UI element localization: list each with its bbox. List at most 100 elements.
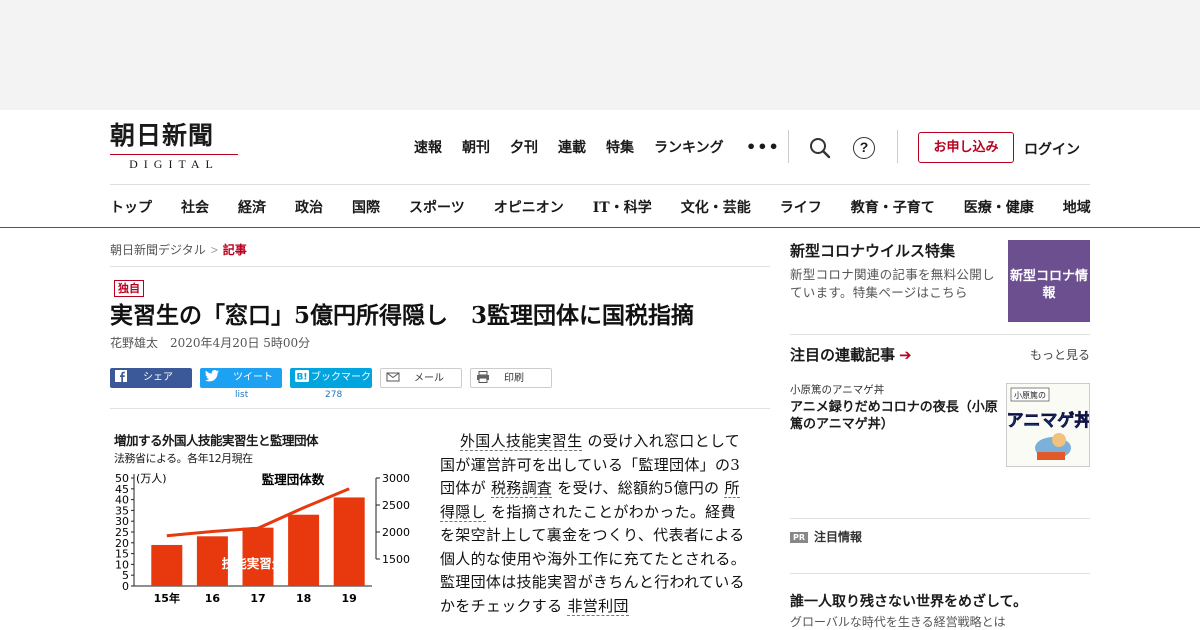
animage-logo: 小原篤の アニマゲ丼: [1007, 384, 1090, 466]
login-button[interactable]: ログイン: [1024, 139, 1080, 159]
top-ad-banner: [0, 0, 1200, 110]
cat-region[interactable]: 地域: [1063, 197, 1091, 217]
thumb-text-small: 小原篤の: [1014, 390, 1046, 400]
hatena-icon: B!: [295, 370, 309, 382]
cat-international[interactable]: 国際: [352, 197, 380, 217]
cat-health[interactable]: 医療・健康: [964, 197, 1034, 217]
divider: [788, 130, 789, 163]
svg-text:B!: B!: [297, 373, 308, 383]
x-tick-label: 18: [296, 592, 311, 605]
cat-sports[interactable]: スポーツ: [409, 197, 465, 217]
divider: [790, 334, 1090, 335]
pr-label: 注目情報: [814, 530, 863, 544]
facebook-icon: [115, 370, 127, 382]
thumb-text-big: アニマゲ丼: [1007, 410, 1090, 431]
help-icon[interactable]: ?: [853, 137, 875, 159]
cat-opinion[interactable]: オピニオン: [494, 197, 564, 217]
cat-culture[interactable]: 文化・芸能: [681, 197, 751, 217]
twitter-icon: [205, 370, 219, 382]
series-thumbnail[interactable]: 小原篤の アニマゲ丼: [1006, 383, 1090, 467]
cat-top[interactable]: トップ: [110, 197, 152, 217]
see-more-link[interactable]: もっと見る: [1030, 346, 1090, 363]
topnav-tokushu[interactable]: 特集: [606, 137, 634, 157]
search-icon[interactable]: [808, 136, 832, 160]
keyword-link[interactable]: 税務調査: [490, 479, 553, 498]
body-text: を受け、総額約5億円の: [557, 479, 720, 497]
cat-education[interactable]: 教育・子育て: [851, 197, 935, 217]
pr-tag: PR: [790, 532, 809, 543]
divider: [110, 184, 1090, 185]
twitter-count[interactable]: list: [235, 390, 248, 400]
corona-feature-desc[interactable]: 新型コロナ関連の記事を無料公開しています。特集ページはこちら: [790, 266, 1002, 302]
print-icon: [477, 371, 489, 383]
line-series-label: 監理団体数: [262, 472, 325, 487]
chart-figure: 増加する外国人技能実習生と監理団体 法務省による。各年12月現在 50 45 40 3…: [110, 428, 420, 630]
divider: [110, 408, 770, 409]
publish-date: 2020年4月20日 5時00分: [170, 336, 311, 350]
topnav-rensai[interactable]: 連載: [558, 137, 586, 157]
pr-heading: PR 注目情報: [790, 528, 862, 545]
x-tick-label: 17: [250, 592, 265, 605]
cat-economy[interactable]: 経済: [238, 197, 266, 217]
series-label: 小原篤のアニマゲ丼: [790, 384, 885, 396]
logo-kanji: 朝日新聞: [110, 121, 215, 150]
chart-bar: [288, 514, 320, 586]
chart-bar: [151, 544, 183, 586]
x-tick-label: 16: [205, 592, 221, 605]
topnav-yuukan[interactable]: 夕刊: [510, 137, 538, 157]
more-menu-icon[interactable]: •••: [746, 137, 780, 156]
twitter-share-button[interactable]: ツイート: [200, 368, 282, 388]
topnav-ranking[interactable]: ランキング: [654, 137, 724, 157]
promo-title[interactable]: 誰一人取り残さない世界をめざして。: [790, 591, 1027, 611]
keyword-link[interactable]: 外国人技能実習生: [460, 432, 583, 451]
top-nav: 速報 朝刊 夕刊 連載 特集 ランキング: [414, 137, 744, 157]
cat-life[interactable]: ライフ: [780, 197, 822, 217]
twitter-share-label: ツイート: [233, 372, 273, 383]
series-heading-label: 注目の連載記事: [790, 346, 896, 364]
divider: [790, 573, 1090, 574]
series-heading[interactable]: 注目の連載記事 ➔: [790, 344, 912, 365]
breadcrumb-home[interactable]: 朝日新聞デジタル: [110, 243, 206, 257]
hatena-count[interactable]: 278: [325, 390, 342, 400]
mail-icon: [386, 372, 400, 382]
corona-info-banner[interactable]: 新型コロナ情報: [1008, 240, 1090, 322]
mail-share-button[interactable]: メール: [380, 368, 462, 388]
x-tick-label: 15年: [154, 591, 180, 605]
promo-subtitle[interactable]: グローバルな時代を生きる経営戦略とは: [790, 613, 1006, 630]
cat-it-science[interactable]: IT・科学: [593, 197, 652, 217]
divider: [110, 266, 770, 267]
series-article-link[interactable]: アニメ録りだめコロナの夜長（小原篤のアニマゲ丼）: [790, 399, 1002, 433]
breadcrumb: 朝日新聞デジタル > 記事: [110, 241, 247, 258]
right-tick-label: 2500: [382, 499, 410, 512]
left-tick-label: 0: [122, 580, 129, 593]
article-body: 外国人技能実習生 の受け入れ窓口として国が運営許可を出している「監理団体」の3団…: [440, 430, 748, 618]
cat-politics[interactable]: 政治: [295, 197, 323, 217]
hatena-share-label: ブックマーク: [311, 372, 371, 383]
hatena-bookmark-button[interactable]: B! ブックマーク: [290, 368, 372, 388]
divider: [790, 518, 1090, 519]
divider: [897, 130, 898, 163]
subscribe-button[interactable]: お申し込み: [918, 132, 1014, 163]
print-button[interactable]: 印刷: [470, 368, 552, 388]
chart-bar: [333, 497, 365, 586]
logo-sub: DIGITAL: [110, 154, 238, 172]
mail-share-label: メール: [414, 373, 444, 384]
left-axis-unit: (万人): [136, 472, 167, 485]
x-tick-label: 19: [342, 592, 357, 605]
site-logo[interactable]: 朝日新聞 DIGITAL: [110, 122, 242, 172]
article-title: 実習生の「窓口」5億円所得隠し 3監理団体に国税指摘: [110, 302, 695, 329]
exclusive-badge: 独自: [114, 280, 144, 297]
topnav-choukan[interactable]: 朝刊: [462, 137, 490, 157]
keyword-link[interactable]: 非営利団: [567, 596, 629, 616]
topnav-sokuho[interactable]: 速報: [414, 137, 442, 157]
right-tick-label: 3000: [382, 472, 410, 485]
arrow-right-icon: ➔: [899, 346, 912, 364]
corona-feature-title[interactable]: 新型コロナウイルス特集: [790, 240, 955, 261]
cat-society[interactable]: 社会: [181, 197, 209, 217]
print-label: 印刷: [504, 373, 524, 384]
site-header: 朝日新聞 DIGITAL 速報 朝刊 夕刊 連載 特集 ランキング ••• ? …: [0, 110, 1200, 228]
right-tick-label: 2000: [382, 526, 410, 539]
facebook-share-button[interactable]: シェア: [110, 368, 192, 388]
author[interactable]: 花野雄太: [110, 336, 158, 350]
bar-series-label: 技能実習生: [222, 556, 285, 571]
